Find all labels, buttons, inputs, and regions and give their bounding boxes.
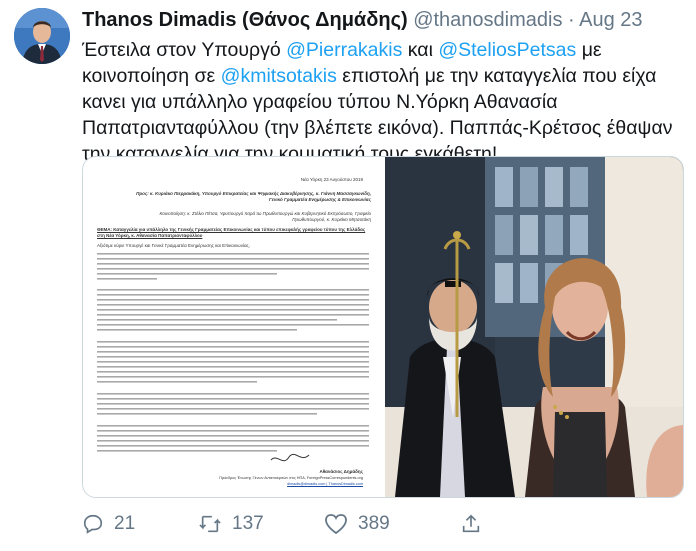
tweet-actions: 21 137 389 [82,508,682,540]
tweet-text: Έστειλα στον Υπουργό @Pierrakakis και @S… [82,37,682,167]
retweet-button[interactable]: 137 [198,508,264,540]
share-button[interactable] [460,508,492,540]
letter-body-lines [97,253,369,462]
like-button[interactable]: 389 [324,508,390,540]
share-icon [462,514,480,533]
text-part: και [402,39,439,61]
tweet-date[interactable]: Aug 23 [579,9,642,31]
mention-steliospetsas[interactable]: @SteliosPetsas [438,39,576,61]
mention-pierrakakis[interactable]: @Pierrakakis [286,39,402,61]
like-icon [325,514,347,535]
reply-icon [83,514,103,534]
letter-image[interactable]: Νέα Υόρκη 23 Αυγούστου 2019 Προς: κ. Κυρ… [83,157,386,497]
signature-title: Πρόεδρος Ένωσης Ξένων Ανταποκριτών στις … [219,476,363,480]
user-handle[interactable]: @thanosdimadis [413,9,562,31]
signature-name: Αθανάσιος Δημάδης [319,469,363,474]
retweet-icon [199,515,221,533]
event-photo[interactable] [385,157,683,497]
avatar[interactable] [14,8,70,64]
separator: · [568,9,575,31]
tweet-media: Νέα Υόρκη 23 Αυγούστου 2019 Προς: κ. Κυρ… [82,156,684,498]
tweet-header: Thanos Dimadis (Θάνος Δημάδης) @thanosdi… [82,9,682,35]
reply-button[interactable]: 21 [82,508,135,540]
text-part: Έστειλα στον Υπουργό [82,39,287,61]
display-name[interactable]: Thanos Dimadis (Θάνος Δημάδης) [82,9,408,31]
retweet-count: 137 [232,513,264,534]
mention-kmitsotakis[interactable]: @kmitsotakis [221,65,337,87]
signature-contact: dimadis@dimadis.com | ThanosDimadis.com [287,482,363,486]
reply-count: 21 [114,513,136,534]
like-count: 389 [358,513,390,534]
